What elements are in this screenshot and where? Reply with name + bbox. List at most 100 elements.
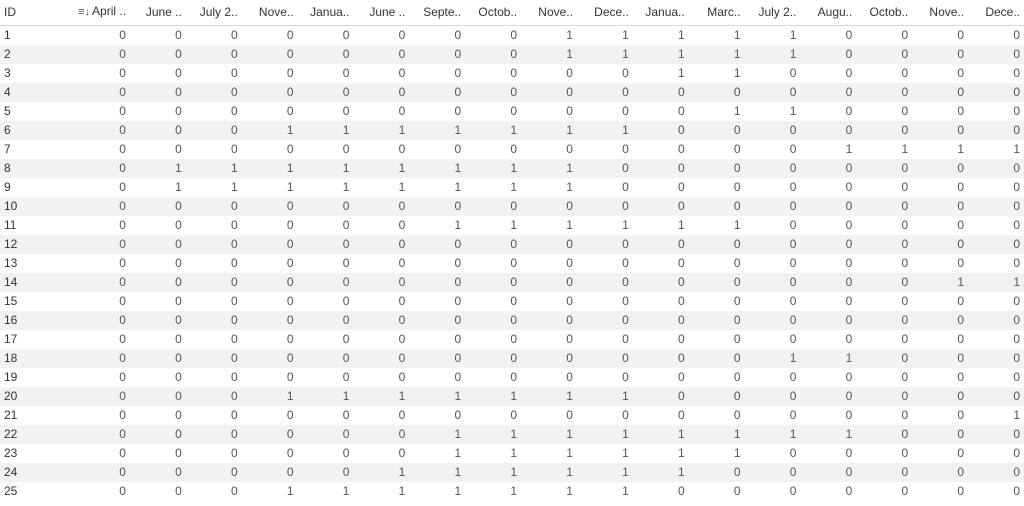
data-cell: 0 [242, 197, 298, 216]
data-cell: 0 [74, 425, 130, 444]
data-cell: 0 [353, 83, 409, 102]
table-row[interactable]: 2400000111111000000 [0, 463, 1024, 482]
data-cell: 1 [689, 216, 745, 235]
table-row[interactable]: 901111111100000000 [0, 178, 1024, 197]
table-row[interactable]: 500000000000110000 [0, 102, 1024, 121]
data-cell: 0 [74, 463, 130, 482]
table-row[interactable]: 2000011111110000000 [0, 387, 1024, 406]
table-row[interactable]: 1000000000000000000 [0, 197, 1024, 216]
table-row[interactable]: 2300000011111100000 [0, 444, 1024, 463]
data-cell: 0 [856, 102, 912, 121]
data-cell: 0 [130, 64, 186, 83]
data-cell: 0 [130, 444, 186, 463]
column-header[interactable]: Septe.. [409, 0, 465, 25]
data-cell: 1 [577, 121, 633, 140]
data-cell: 0 [968, 349, 1024, 368]
data-cell: 0 [130, 387, 186, 406]
data-cell: 1 [521, 121, 577, 140]
row-id-cell: 25 [0, 482, 74, 501]
data-cell: 0 [800, 387, 856, 406]
data-cell: 0 [186, 197, 242, 216]
table-row[interactable]: 2100000000000000001 [0, 406, 1024, 425]
data-cell: 0 [353, 64, 409, 83]
column-header[interactable]: ≡↓April .. [74, 0, 130, 25]
column-header[interactable]: Janua.. [633, 0, 689, 25]
data-cell: 0 [186, 273, 242, 292]
data-cell: 0 [186, 387, 242, 406]
data-cell: 0 [242, 25, 298, 45]
data-cell: 0 [242, 45, 298, 64]
column-header[interactable]: Dece.. [577, 0, 633, 25]
data-cell: 1 [298, 178, 354, 197]
data-cell: 0 [353, 273, 409, 292]
data-cell: 0 [298, 292, 354, 311]
data-cell: 0 [130, 197, 186, 216]
table-row[interactable]: 1100000011111100000 [0, 216, 1024, 235]
data-cell: 1 [130, 178, 186, 197]
column-header[interactable]: July 2.. [186, 0, 242, 25]
table-row[interactable]: 2500011111110000000 [0, 482, 1024, 501]
data-cell: 1 [409, 216, 465, 235]
data-cell: 0 [186, 368, 242, 387]
table-row[interactable]: 1600000000000000000 [0, 311, 1024, 330]
data-cell: 0 [856, 45, 912, 64]
data-cell: 0 [409, 45, 465, 64]
data-table[interactable]: ID ≡↓April ..June ..July 2..Nove..Janua.… [0, 0, 1024, 501]
column-header[interactable]: July 2.. [745, 0, 801, 25]
column-header[interactable]: June .. [130, 0, 186, 25]
data-cell: 0 [409, 349, 465, 368]
data-cell: 1 [745, 45, 801, 64]
column-header[interactable]: Nove.. [521, 0, 577, 25]
table-row[interactable]: 100000000111110000 [0, 25, 1024, 45]
data-cell: 1 [298, 387, 354, 406]
column-header[interactable]: Octob.. [465, 0, 521, 25]
table-row[interactable]: 1400000000000000011 [0, 273, 1024, 292]
sort-descending-icon: ≡↓ [78, 6, 90, 18]
data-cell: 0 [465, 254, 521, 273]
column-header[interactable]: Nove.. [912, 0, 968, 25]
column-header[interactable]: Marc.. [689, 0, 745, 25]
data-cell: 0 [186, 292, 242, 311]
table-row[interactable]: 1300000000000000000 [0, 254, 1024, 273]
data-cell: 0 [465, 406, 521, 425]
column-header[interactable]: Octob.. [856, 0, 912, 25]
data-cell: 1 [800, 349, 856, 368]
table-row[interactable]: 1700000000000000000 [0, 330, 1024, 349]
table-row[interactable]: 1900000000000000000 [0, 368, 1024, 387]
table-row[interactable]: 801111111100000000 [0, 159, 1024, 178]
table-row[interactable]: 300000000001100000 [0, 64, 1024, 83]
table-row[interactable]: 200000000111110000 [0, 45, 1024, 64]
data-cell: 0 [521, 311, 577, 330]
data-cell: 0 [745, 64, 801, 83]
data-cell: 1 [409, 444, 465, 463]
data-cell: 1 [409, 425, 465, 444]
data-cell: 0 [298, 406, 354, 425]
data-cell: 0 [521, 273, 577, 292]
table-row[interactable]: 1200000000000000000 [0, 235, 1024, 254]
data-cell: 1 [912, 140, 968, 159]
table-row[interactable]: 1500000000000000000 [0, 292, 1024, 311]
data-cell: 0 [912, 25, 968, 45]
data-cell: 1 [242, 159, 298, 178]
data-cell: 0 [298, 216, 354, 235]
table-row[interactable]: 2200000011111111000 [0, 425, 1024, 444]
data-cell: 0 [242, 444, 298, 463]
column-header[interactable]: Nove.. [242, 0, 298, 25]
column-header[interactable]: Janua.. [298, 0, 354, 25]
table-row[interactable]: 1800000000000011000 [0, 349, 1024, 368]
table-row[interactable]: 700000000000001111 [0, 140, 1024, 159]
column-header[interactable]: Augu.. [800, 0, 856, 25]
data-cell: 0 [968, 102, 1024, 121]
data-cell: 0 [968, 121, 1024, 140]
column-header[interactable]: June .. [353, 0, 409, 25]
column-header[interactable]: Dece.. [968, 0, 1024, 25]
table-row[interactable]: 600011111110000000 [0, 121, 1024, 140]
data-cell: 0 [353, 25, 409, 45]
data-cell: 0 [521, 197, 577, 216]
table-row[interactable]: 400000000000000000 [0, 83, 1024, 102]
data-cell: 0 [74, 64, 130, 83]
data-cell: 0 [577, 406, 633, 425]
data-cell: 1 [745, 349, 801, 368]
data-cell: 0 [298, 330, 354, 349]
column-header-id[interactable]: ID [0, 0, 74, 25]
